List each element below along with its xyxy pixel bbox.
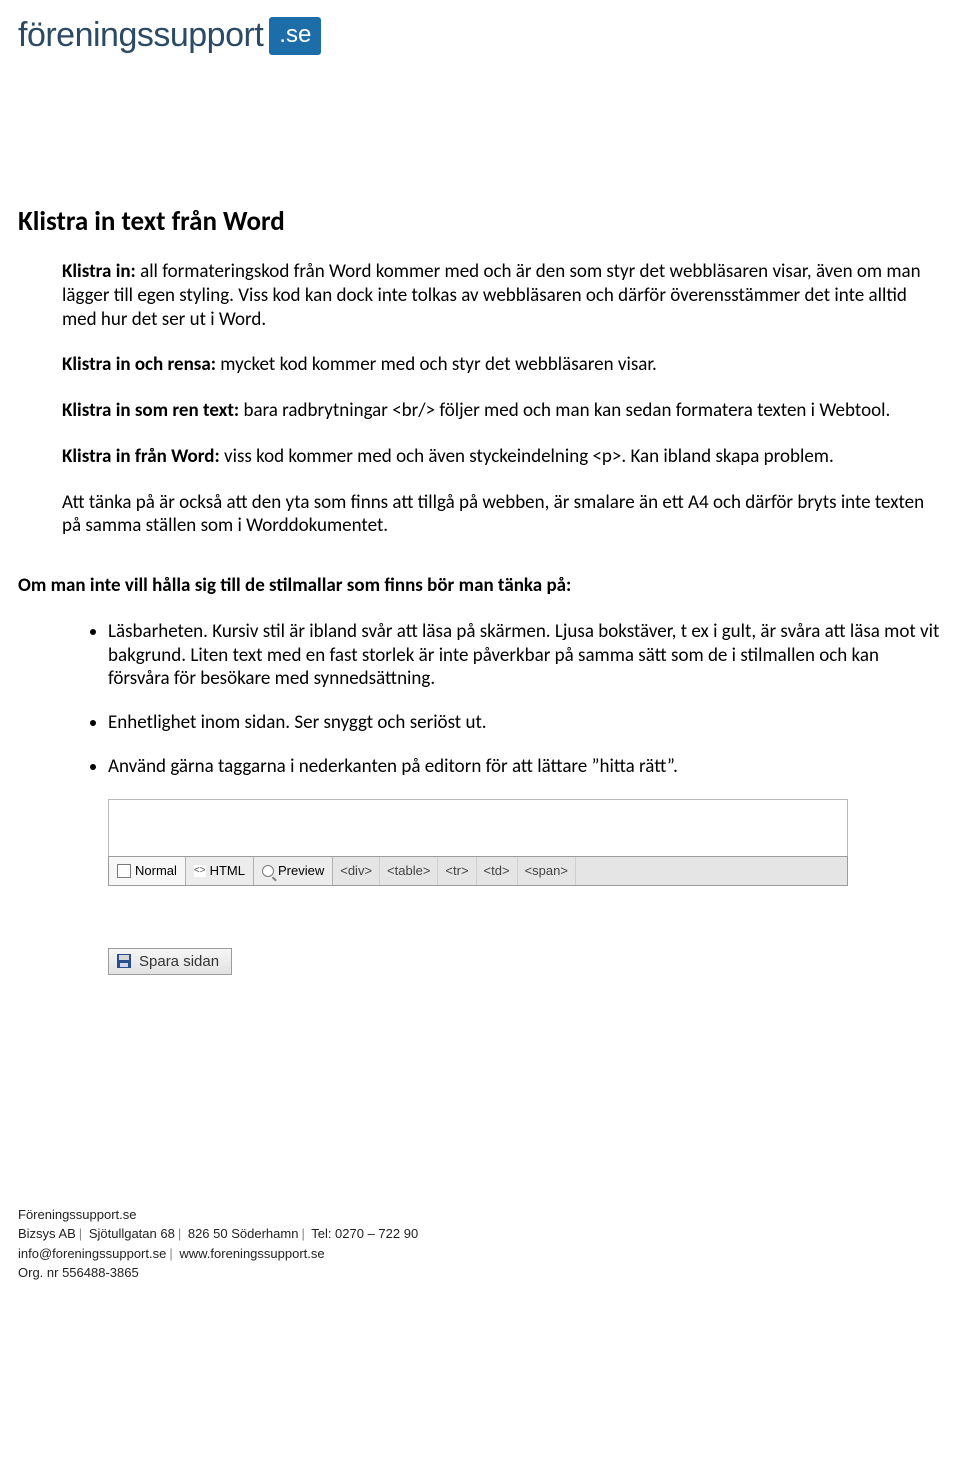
footer-company: Bizsys AB [18, 1226, 76, 1241]
paragraph-klistra-in-rensa: Klistra in och rensa: mycket kod kommer … [62, 353, 942, 377]
tag-button-td[interactable]: <td> [477, 857, 518, 885]
editor-canvas [108, 799, 848, 856]
list-heading-text: Om man inte vill hålla sig till de stilm… [18, 574, 571, 597]
text-klistra-in-ren-text: bara radbrytningar <br/> följer med och … [239, 399, 890, 422]
logo-text: föreningssupport [18, 16, 263, 55]
page-icon [117, 864, 131, 878]
paragraph-klistra-in-word: Klistra in från Word: viss kod kommer me… [62, 445, 942, 469]
save-button-label: Spara sidan [139, 953, 219, 970]
list-item: Enhetlighet inom sidan. Ser snyggt och s… [108, 711, 942, 735]
tag-button-div[interactable]: <div> [333, 857, 380, 885]
save-button[interactable]: Spara sidan [108, 948, 232, 975]
list-heading: Om man inte vill hålla sig till de stilm… [18, 574, 942, 598]
tag-button-span[interactable]: <span> [518, 857, 576, 885]
tab-preview[interactable]: Preview [254, 857, 333, 885]
label-klistra-in-word: Klistra in från Word: [62, 445, 220, 468]
footer-contact-line: info@foreningssupport.se| www.foreningss… [18, 1244, 942, 1264]
tab-preview-label: Preview [278, 863, 324, 878]
logo-badge: .se [269, 17, 321, 55]
label-klistra-in-rensa: Klistra in och rensa: [62, 353, 216, 376]
footer-web: www.foreningssupport.se [179, 1246, 324, 1261]
paragraph-klistra-in: Klistra in: all formateringskod från Wor… [62, 260, 942, 331]
page-footer: Föreningssupport.se Bizsys AB| Sjötullga… [18, 1205, 942, 1283]
footer-tel: Tel: 0270 – 722 90 [311, 1226, 418, 1241]
tab-normal[interactable]: Normal [109, 857, 186, 885]
label-klistra-in: Klistra in: [62, 260, 136, 283]
page-title: Klistra in text från Word [18, 205, 942, 238]
site-logo: föreningssupport .se [18, 16, 942, 55]
editor-tabbar: Normal <> HTML Preview <div> <table> <tr… [108, 856, 848, 886]
magnifier-icon [262, 865, 274, 877]
list-item: Använd gärna taggarna i nederkanten på e… [108, 755, 942, 779]
tag-button-tr[interactable]: <tr> [438, 857, 476, 885]
tips-list: Läsbarheten. Kursiv stil är ibland svår … [18, 620, 942, 779]
tab-normal-label: Normal [135, 863, 177, 878]
paragraph-note-a4: Att tänka på är också att den yta som fi… [62, 491, 942, 539]
label-klistra-in-ren-text: Klistra in som ren text: [62, 399, 239, 422]
tab-html-label: HTML [210, 863, 245, 878]
tab-html[interactable]: <> HTML [186, 857, 254, 885]
footer-org: Org. nr 556488-3865 [18, 1263, 942, 1283]
list-item: Läsbarheten. Kursiv stil är ibland svår … [108, 620, 942, 691]
editor-screenshot: Normal <> HTML Preview <div> <table> <tr… [108, 799, 848, 886]
code-icon: <> [194, 865, 206, 877]
text-klistra-in-word: viss kod kommer med och även styckeindel… [220, 445, 834, 468]
footer-email: info@foreningssupport.se [18, 1246, 166, 1261]
text-klistra-in: all formateringskod från Word kommer med… [62, 260, 921, 331]
footer-site: Föreningssupport.se [18, 1205, 942, 1225]
text-klistra-in-rensa: mycket kod kommer med och styr det webbl… [216, 353, 657, 376]
footer-street: Sjötullgatan 68 [89, 1226, 175, 1241]
footer-address-line: Bizsys AB| Sjötullgatan 68| 826 50 Söder… [18, 1224, 942, 1244]
paragraph-klistra-in-ren-text: Klistra in som ren text: bara radbrytnin… [62, 399, 942, 423]
tag-button-table[interactable]: <table> [380, 857, 438, 885]
footer-zipcity: 826 50 Söderhamn [188, 1226, 299, 1241]
floppy-icon [117, 954, 131, 968]
